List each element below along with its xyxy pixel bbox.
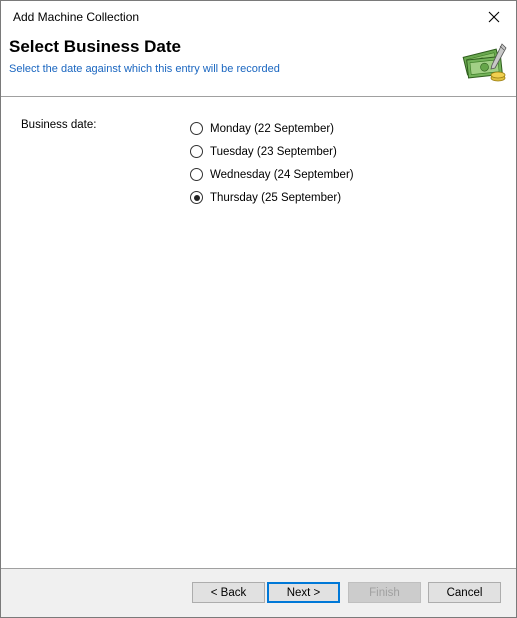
radio-label[interactable]: Wednesday (24 September) <box>210 169 354 181</box>
radio-button-icon[interactable] <box>190 122 203 135</box>
window-title: Add Machine Collection <box>13 10 140 24</box>
dialog-window: Add Machine Collection Select Business D… <box>0 0 517 618</box>
page-subtitle: Select the date against which this entry… <box>9 63 280 75</box>
back-button[interactable]: < Back <box>192 582 265 603</box>
business-date-label: Business date: <box>21 119 97 131</box>
radio-button-checked-icon[interactable] <box>190 191 203 204</box>
radio-label[interactable]: Monday (22 September) <box>210 123 334 135</box>
finish-button[interactable]: Finish <box>348 582 421 603</box>
radio-thursday[interactable]: Thursday (25 September) <box>190 186 354 209</box>
page-title: Select Business Date <box>9 37 181 56</box>
radio-wednesday[interactable]: Wednesday (24 September) <box>190 163 354 186</box>
wizard-header: Select Business Date Select the date aga… <box>1 32 516 96</box>
radio-monday[interactable]: Monday (22 September) <box>190 117 354 140</box>
radio-button-icon[interactable] <box>190 168 203 181</box>
wizard-content: Business date: Monday (22 September) Tue… <box>1 97 516 568</box>
wizard-footer: < Back Next > Finish Cancel <box>1 569 516 617</box>
title-bar: Add Machine Collection <box>1 1 516 32</box>
money-machine-icon <box>462 43 507 82</box>
radio-label[interactable]: Thursday (25 September) <box>210 192 341 204</box>
cancel-button[interactable]: Cancel <box>428 582 501 603</box>
radio-tuesday[interactable]: Tuesday (23 September) <box>190 140 354 163</box>
close-icon <box>488 11 500 22</box>
next-button[interactable]: Next > <box>267 582 340 603</box>
radio-label[interactable]: Tuesday (23 September) <box>210 146 337 158</box>
close-button[interactable] <box>472 1 516 32</box>
business-date-radio-group: Monday (22 September) Tuesday (23 Septem… <box>190 117 354 209</box>
radio-button-icon[interactable] <box>190 145 203 158</box>
